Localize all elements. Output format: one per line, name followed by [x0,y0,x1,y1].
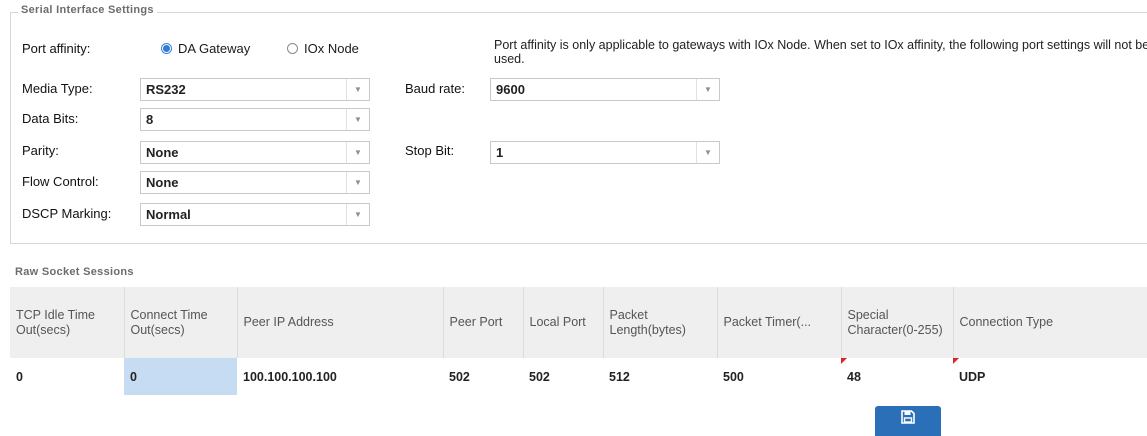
baud-rate-label: Baud rate: [405,81,465,96]
data-bits-label: Data Bits: [22,111,79,126]
table-cell-value: UDP [959,369,986,384]
data-bits-select[interactable]: 8 ▼ [140,108,370,131]
column-header[interactable]: Peer Port [443,287,524,358]
column-header[interactable]: Local Port [523,287,604,358]
dscp-marking-value: Normal [146,207,191,222]
floppy-disk-icon [901,410,915,427]
save-button[interactable] [875,406,941,436]
raw-socket-sessions-title: Raw Socket Sessions [15,266,134,278]
media-type-label: Media Type: [22,81,93,96]
media-type-select[interactable]: RS232 ▼ [140,78,370,101]
baud-rate-select[interactable]: 9600 ▼ [490,78,720,101]
flow-control-select[interactable]: None ▼ [140,171,370,194]
table-cell-value: 48 [847,369,861,384]
stop-bit-label: Stop Bit: [405,143,455,158]
column-header[interactable]: Special Character(0-255) [841,287,954,358]
column-header[interactable]: Connect Time Out(secs) [124,287,238,358]
chevron-down-icon[interactable]: ▼ [346,204,369,225]
chevron-down-icon[interactable]: ▼ [346,79,369,100]
table-cell[interactable]: 502 [523,358,603,395]
data-bits-value: 8 [146,112,154,127]
chevron-down-icon[interactable]: ▼ [346,172,369,193]
table-cell-selected[interactable]: 0 [124,358,237,395]
baud-rate-value: 9600 [496,82,525,97]
dirty-marker-icon [953,358,959,364]
serial-settings-legend: Serial Interface Settings [18,4,157,16]
parity-select[interactable]: None ▼ [140,141,370,164]
column-header[interactable]: Peer IP Address [237,287,444,358]
parity-value: None [146,145,179,160]
dscp-marking-select[interactable]: Normal ▼ [140,203,370,226]
port-affinity-label: Port affinity: [22,41,91,56]
table-header-row: TCP Idle Time Out(secs) Connect Time Out… [10,287,1147,358]
table-cell[interactable]: 512 [603,358,717,395]
table-cell[interactable]: 100.100.100.100 [237,358,443,395]
column-header[interactable]: Connection Type [953,287,1147,358]
column-header[interactable]: Packet Timer(... [717,287,842,358]
media-type-value: RS232 [146,82,186,97]
table-cell[interactable]: 502 [443,358,523,395]
chevron-down-icon[interactable]: ▼ [346,142,369,163]
flow-control-value: None [146,175,179,190]
table-cell[interactable]: 0 [10,358,124,395]
column-header[interactable]: Packet Length(bytes) [603,287,718,358]
radio-iox-node[interactable]: IOx Node [287,41,359,56]
dirty-marker-icon [841,358,847,364]
column-header[interactable]: TCP Idle Time Out(secs) [10,287,125,358]
flow-control-label: Flow Control: [22,174,99,189]
parity-label: Parity: [22,143,59,158]
chevron-down-icon[interactable]: ▼ [346,109,369,130]
table-cell[interactable]: 500 [717,358,841,395]
dscp-marking-label: DSCP Marking: [22,206,112,221]
chevron-down-icon[interactable]: ▼ [696,142,719,163]
radio-da-gateway[interactable]: DA Gateway [161,41,250,56]
stop-bit-value: 1 [496,145,504,160]
chevron-down-icon[interactable]: ▼ [696,79,719,100]
radio-unchecked-icon[interactable] [287,43,298,54]
radio-iox-node-label: IOx Node [304,41,359,56]
radio-da-gateway-label: DA Gateway [178,41,251,56]
table-cell[interactable]: UDP [953,358,1147,395]
table-row[interactable]: 0 0 100.100.100.100 502 502 512 500 48 U… [10,358,1147,395]
table-cell[interactable]: 48 [841,358,953,395]
stop-bit-select[interactable]: 1 ▼ [490,141,720,164]
radio-checked-icon[interactable] [161,43,172,54]
port-affinity-note: Port affinity is only applicable to gate… [494,38,1147,66]
raw-socket-sessions-table: TCP Idle Time Out(secs) Connect Time Out… [10,287,1147,395]
